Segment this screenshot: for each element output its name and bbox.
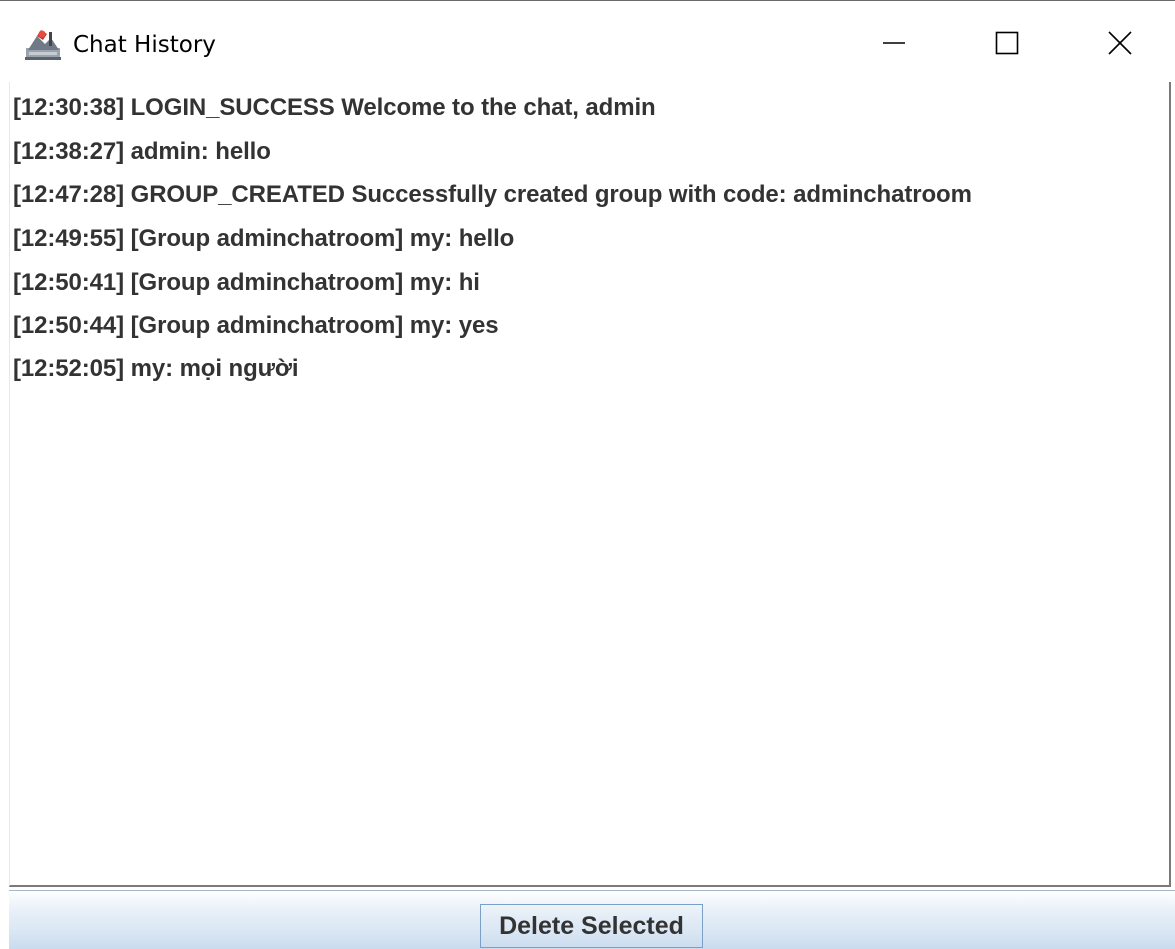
chat-history-list[interactable]: [12:30:38] LOGIN_SUCCESS Welcome to the … bbox=[9, 82, 1171, 887]
maximize-icon bbox=[995, 31, 1019, 60]
button-bar: Delete Selected bbox=[9, 890, 1175, 949]
list-item[interactable]: [12:47:28] GROUP_CREATED Successfully cr… bbox=[13, 173, 972, 217]
list-item[interactable]: [12:52:05] my: mọi người bbox=[13, 347, 299, 391]
list-item[interactable]: [12:50:44] [Group adminchatroom] my: yes bbox=[13, 304, 499, 348]
minimize-button[interactable] bbox=[864, 15, 924, 75]
window-title: Chat History bbox=[73, 32, 216, 58]
close-icon bbox=[1108, 30, 1132, 60]
delete-selected-button[interactable]: Delete Selected bbox=[480, 904, 703, 948]
minimize-icon bbox=[882, 31, 906, 60]
maximize-button[interactable] bbox=[977, 15, 1037, 75]
chat-history-window: Chat History [12:30:38] LOGIN_SUCCESS We… bbox=[0, 0, 1175, 949]
close-button[interactable] bbox=[1090, 15, 1150, 75]
list-item[interactable]: [12:49:55] [Group adminchatroom] my: hel… bbox=[13, 217, 514, 261]
title-bar[interactable]: Chat History bbox=[0, 1, 1175, 81]
list-item[interactable]: [12:38:27] admin: hello bbox=[13, 130, 271, 174]
list-item[interactable]: [12:30:38] LOGIN_SUCCESS Welcome to the … bbox=[13, 86, 656, 130]
list-item[interactable]: [12:50:41] [Group adminchatroom] my: hi bbox=[13, 261, 480, 305]
java-app-icon bbox=[25, 28, 61, 60]
